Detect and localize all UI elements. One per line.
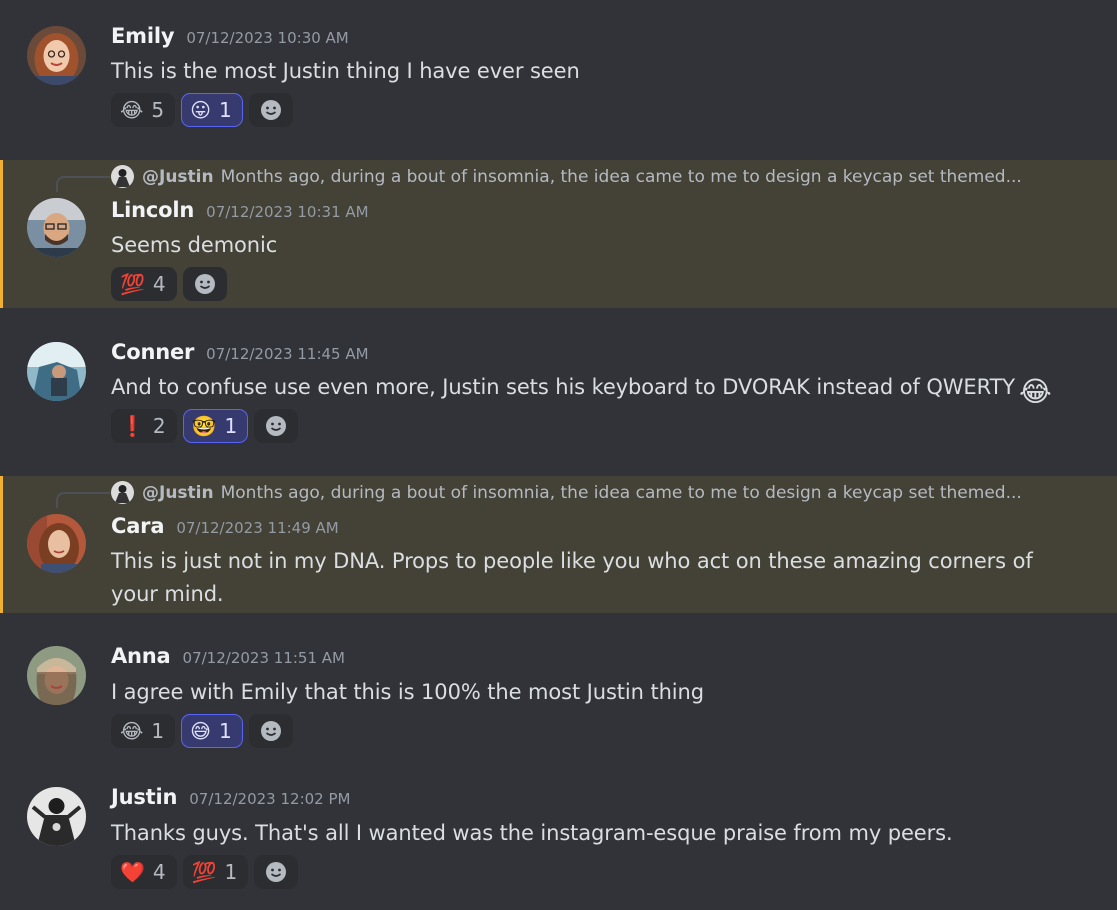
avatar[interactable] <box>27 342 86 401</box>
reaction-tears-of-joy[interactable]: 😂 1 <box>111 714 176 748</box>
reaction-count: 1 <box>224 860 238 884</box>
tears-of-joy-emoji-icon: 😂 <box>1019 375 1052 408</box>
avatar[interactable] <box>27 787 86 846</box>
message-cara[interactable]: @Justin Months ago, during a bout of ins… <box>0 476 1117 613</box>
reaction-bar: 😂 1 😅 1 <box>111 714 293 748</box>
reaction-bar: ❤️ 4 💯 1 <box>111 855 299 889</box>
reaction-hundred-points[interactable]: 💯 1 <box>182 855 249 889</box>
reaction-hundred-points[interactable]: 💯 4 <box>111 267 177 301</box>
reaction-exclamation[interactable]: ❗ 2 <box>111 409 177 443</box>
nerd-face-emoji-icon: 🤓 <box>191 414 217 438</box>
reply-avatar <box>111 481 134 504</box>
timestamp[interactable]: 07/12/2023 11:49 AM <box>176 519 338 537</box>
message-feed: Emily 07/12/2023 10:30 AM This is the mo… <box>0 0 1117 910</box>
avatar[interactable] <box>27 646 86 705</box>
message-anna[interactable]: Anna 07/12/2023 11:51 AM I agree with Em… <box>0 620 1117 770</box>
add-reaction-button[interactable] <box>254 409 299 443</box>
message-text-line-2: your mind. <box>111 582 224 606</box>
smiley-add-icon <box>260 721 281 741</box>
sweat-smile-emoji-icon: 😅 <box>190 719 211 743</box>
reaction-count: 5 <box>151 98 165 122</box>
author-name[interactable]: Emily <box>111 24 175 48</box>
smiley-add-icon <box>266 416 287 436</box>
message-text: This is the most Justin thing I have eve… <box>111 59 580 83</box>
author-name[interactable]: Justin <box>111 785 177 809</box>
author-name[interactable]: Lincoln <box>111 198 194 222</box>
reaction-count: 2 <box>152 414 166 438</box>
reply-preview[interactable]: @Justin Months ago, during a bout of ins… <box>111 481 1022 504</box>
tongue-out-emoji-icon: 😛 <box>190 98 211 122</box>
hundred-points-emoji-icon: 💯 <box>191 860 217 884</box>
reply-avatar <box>111 165 134 188</box>
message-lincoln[interactable]: @Justin Months ago, during a bout of ins… <box>0 160 1117 308</box>
timestamp[interactable]: 07/12/2023 11:51 AM <box>183 649 345 667</box>
reply-author[interactable]: @Justin <box>142 167 214 187</box>
add-reaction-button[interactable] <box>248 714 293 748</box>
reaction-tongue-out[interactable]: 😛 1 <box>181 93 243 127</box>
reply-spine <box>56 176 110 192</box>
reaction-sweat-smile[interactable]: 😅 1 <box>181 714 243 748</box>
hundred-points-emoji-icon: 💯 <box>120 272 145 296</box>
add-reaction-button[interactable] <box>182 267 227 301</box>
add-reaction-button[interactable] <box>254 855 299 889</box>
smiley-add-icon <box>266 862 287 882</box>
reaction-bar: 💯 4 <box>111 267 227 301</box>
red-heart-emoji-icon: ❤️ <box>120 860 145 884</box>
reaction-tears-of-joy[interactable]: 😂 5 <box>111 93 176 127</box>
reaction-count: 4 <box>152 272 166 296</box>
reaction-bar: ❗ 2 🤓 1 <box>111 409 299 443</box>
message-emily[interactable]: Emily 07/12/2023 10:30 AM This is the mo… <box>0 0 1117 150</box>
message-text: And to confuse use even more, Justin set… <box>111 371 1052 408</box>
reply-text[interactable]: Months ago, during a bout of insomnia, t… <box>221 483 1022 503</box>
reply-preview[interactable]: @Justin Months ago, during a bout of ins… <box>111 165 1022 188</box>
timestamp[interactable]: 07/12/2023 10:31 AM <box>206 203 368 221</box>
reaction-count: 1 <box>151 719 165 743</box>
reaction-count: 4 <box>152 860 166 884</box>
smiley-add-icon <box>260 100 281 120</box>
reaction-nerd-face[interactable]: 🤓 1 <box>182 409 249 443</box>
reply-spine <box>56 492 110 508</box>
author-name[interactable]: Conner <box>111 340 194 364</box>
reaction-count: 1 <box>224 414 238 438</box>
message-text-body: And to confuse use even more, Justin set… <box>111 375 1016 399</box>
avatar[interactable] <box>27 514 86 573</box>
exclamation-emoji-icon: ❗ <box>120 414 145 438</box>
reaction-count: 1 <box>218 98 232 122</box>
author-name[interactable]: Cara <box>111 514 165 538</box>
reaction-red-heart[interactable]: ❤️ 4 <box>111 855 177 889</box>
message-text-line-1: This is just not in my DNA. Props to peo… <box>111 549 1033 573</box>
tears-of-joy-emoji-icon: 😂 <box>120 719 144 743</box>
reaction-bar: 😂 5 😛 1 <box>111 93 293 127</box>
reply-author[interactable]: @Justin <box>142 483 214 503</box>
add-reaction-button[interactable] <box>248 93 293 127</box>
avatar[interactable] <box>27 26 86 85</box>
reply-text[interactable]: Months ago, during a bout of insomnia, t… <box>221 167 1022 187</box>
reaction-count: 1 <box>218 719 232 743</box>
message-conner[interactable]: Conner 07/12/2023 11:45 AM And to confus… <box>0 316 1117 466</box>
avatar[interactable] <box>27 198 86 257</box>
message-text: Seems demonic <box>111 233 278 257</box>
message-text: I agree with Emily that this is 100% the… <box>111 680 704 704</box>
message-justin[interactable]: Justin 07/12/2023 12:02 PM Thanks guys. … <box>0 761 1117 910</box>
timestamp[interactable]: 07/12/2023 10:30 AM <box>186 29 348 47</box>
timestamp[interactable]: 07/12/2023 11:45 AM <box>206 345 368 363</box>
message-text: Thanks guys. That's all I wanted was the… <box>111 821 953 845</box>
tears-of-joy-emoji-icon: 😂 <box>120 98 144 122</box>
timestamp[interactable]: 07/12/2023 12:02 PM <box>189 790 350 808</box>
author-name[interactable]: Anna <box>111 644 171 668</box>
smiley-add-icon <box>194 274 215 294</box>
